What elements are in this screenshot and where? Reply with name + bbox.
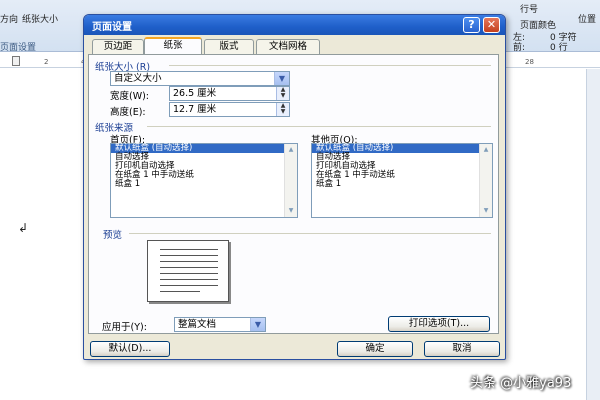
width-label: 宽度(W): xyxy=(110,91,150,102)
tab-document-grid[interactable]: 文档网格 xyxy=(256,39,320,54)
other-pages-list[interactable]: 默认纸盒 (自动选择) 自动选择 打印机自动选择 在纸盒 1 中手动送纸 纸盒 … xyxy=(311,143,493,218)
ruler-tick: 28 xyxy=(525,58,534,66)
cancel-button[interactable]: 取消 xyxy=(424,341,500,357)
spin-down-icon[interactable]: ▼ xyxy=(277,93,289,99)
preview-line xyxy=(160,255,218,256)
list-scrollbar[interactable]: ▲ ▼ xyxy=(284,144,297,217)
width-value: 26.5 厘米 xyxy=(173,88,217,99)
indent-marker[interactable] xyxy=(12,56,20,66)
tab-paper[interactable]: 纸张 xyxy=(144,37,202,55)
position-button[interactable]: 位置 xyxy=(578,12,596,25)
preview-line xyxy=(160,267,218,268)
ruler-tick: 2 xyxy=(44,58,49,66)
orientation-button[interactable]: 方向 xyxy=(0,12,18,25)
close-button[interactable]: ✕ xyxy=(483,17,500,33)
preview-section-label: 预览 xyxy=(103,230,123,241)
divider xyxy=(147,126,491,127)
help-button[interactable]: ? xyxy=(463,17,480,33)
chevron-down-icon[interactable]: ▼ xyxy=(250,318,265,331)
dialog-title: 页面设置 xyxy=(92,22,132,33)
chevron-down-icon[interactable]: ▼ xyxy=(274,72,289,85)
divider xyxy=(169,65,491,66)
preview-page xyxy=(147,240,229,302)
watermark: 头条 @小雅ya93 xyxy=(470,376,572,391)
scroll-up-icon[interactable]: ▲ xyxy=(285,144,297,156)
vertical-scrollbar[interactable] xyxy=(586,69,600,400)
print-options-button[interactable]: 打印选项(T)... xyxy=(388,316,490,332)
width-spinner[interactable]: ▲ ▼ xyxy=(276,87,289,100)
list-scrollbar[interactable]: ▲ ▼ xyxy=(479,144,492,217)
first-page-list[interactable]: 默认纸盒 (自动选择) 自动选择 打印机自动选择 在纸盒 1 中手动送纸 纸盒 … xyxy=(110,143,298,218)
divider xyxy=(129,233,491,234)
spacing-before-label: 前: xyxy=(513,43,526,53)
paper-size-button[interactable]: 纸张大小 xyxy=(22,12,58,25)
height-value: 12.7 厘米 xyxy=(173,104,217,115)
height-input[interactable]: 12.7 厘米 ▲ ▼ xyxy=(169,102,290,117)
height-label: 高度(E): xyxy=(110,107,146,118)
ok-button[interactable]: 确定 xyxy=(337,341,413,357)
preview-line xyxy=(160,291,200,292)
preview-line xyxy=(160,285,218,286)
dialog-titlebar[interactable]: 页面设置 ? ✕ xyxy=(84,15,505,35)
text-cursor: ↲ xyxy=(18,221,29,235)
tab-margins[interactable]: 页边距 xyxy=(92,39,144,54)
list-item[interactable]: 纸盒 1 xyxy=(111,180,297,189)
ribbon-group-label: 页面设置 xyxy=(0,43,37,53)
apply-to-value: 整篇文档 xyxy=(178,319,217,330)
preview-line xyxy=(160,279,218,280)
spacing-before-value[interactable]: 0 行 xyxy=(550,40,568,53)
height-spinner[interactable]: ▲ ▼ xyxy=(276,103,289,116)
default-button[interactable]: 默认(D)... xyxy=(90,341,170,357)
spin-down-icon[interactable]: ▼ xyxy=(277,109,289,115)
scroll-down-icon[interactable]: ▼ xyxy=(480,205,492,217)
apply-to-label: 应用于(Y): xyxy=(102,322,147,333)
tab-layout[interactable]: 版式 xyxy=(204,39,254,54)
list-item[interactable]: 纸盒 1 xyxy=(312,180,492,189)
preview-line xyxy=(160,261,218,262)
scroll-down-icon[interactable]: ▼ xyxy=(285,205,297,217)
scroll-up-icon[interactable]: ▲ xyxy=(480,144,492,156)
paper-size-value: 自定义大小 xyxy=(114,73,162,84)
paper-size-select[interactable]: 自定义大小 ▼ xyxy=(110,71,290,86)
width-input[interactable]: 26.5 厘米 ▲ ▼ xyxy=(169,86,290,101)
apply-to-select[interactable]: 整篇文档 ▼ xyxy=(174,317,266,332)
preview-line xyxy=(160,249,218,250)
page-setup-dialog: 页面设置 ? ✕ 页边距 纸张 版式 文档网格 纸张大小 (R) 自定义大小 ▼… xyxy=(83,14,506,360)
line-numbers-button[interactable]: 行号 xyxy=(520,2,538,15)
preview-line xyxy=(160,273,218,274)
